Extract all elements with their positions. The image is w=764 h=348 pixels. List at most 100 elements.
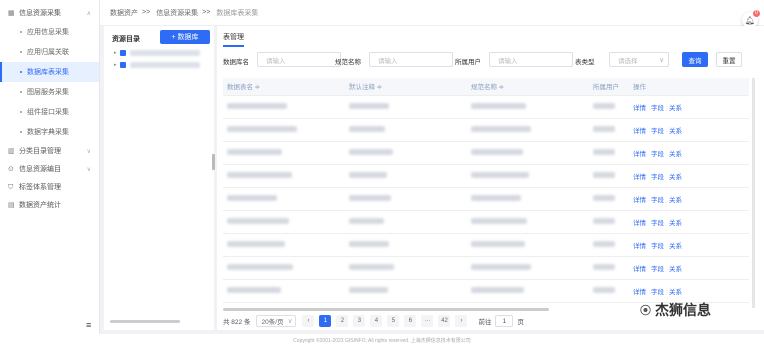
fields-link[interactable]: 字段 xyxy=(651,151,664,158)
fields-link[interactable]: 字段 xyxy=(651,128,664,135)
chevron-down-icon: ∨ xyxy=(287,318,293,325)
redacted-text xyxy=(349,286,388,293)
detail-link[interactable]: 详情 xyxy=(633,197,646,204)
menu-group-stats[interactable]: ▤ 数据资产统计 xyxy=(0,196,99,214)
relations-link[interactable]: 关系 xyxy=(669,220,682,227)
table-row: 详情 字段 关系 xyxy=(223,118,749,142)
fields-link[interactable]: 字段 xyxy=(651,243,664,250)
table-cell-actions: 详情 字段 关系 xyxy=(629,210,749,234)
relations-link[interactable]: 关系 xyxy=(669,128,682,135)
page-button[interactable]: 3 xyxy=(353,315,366,327)
chevron-right-icon: › xyxy=(460,318,463,324)
menu-group-tags[interactable]: ⛉ 标签体系管理 xyxy=(0,178,99,196)
detail-link[interactable]: 详情 xyxy=(633,105,646,112)
resource-tree-panel: 资源目录 + 数据库 ▸ ▸ xyxy=(104,26,214,330)
table-type-select[interactable]: 请选择 ∨ xyxy=(609,52,669,67)
reset-button[interactable]: 重置 xyxy=(716,52,742,67)
sidebar-item-component-api[interactable]: 组件接口采集 xyxy=(0,102,99,122)
menu-collapse-icon[interactable]: ≡ xyxy=(86,320,91,330)
menu-group-label: 信息资源编目 xyxy=(19,166,61,173)
bullet-icon xyxy=(20,131,22,133)
add-database-button[interactable]: + 数据库 xyxy=(160,30,210,44)
tree-scrollbar[interactable] xyxy=(110,320,180,323)
tree-node[interactable]: ▸ xyxy=(114,48,200,58)
fields-link[interactable]: 字段 xyxy=(651,266,664,273)
relations-link[interactable]: 关系 xyxy=(669,266,682,273)
table-cell-owner xyxy=(589,210,629,234)
detail-link[interactable]: 详情 xyxy=(633,243,646,250)
table-cell-redacted xyxy=(345,141,467,165)
page-ellipsis[interactable]: ··· xyxy=(421,315,434,327)
tab-table-management[interactable]: 表管理 xyxy=(223,32,244,47)
column-header-actions: 操作 xyxy=(629,78,749,96)
page-button[interactable]: 2 xyxy=(336,315,349,327)
page-button[interactable]: 42 xyxy=(438,315,451,327)
detail-link[interactable]: 详情 xyxy=(633,174,646,181)
detail-link[interactable]: 详情 xyxy=(633,151,646,158)
detail-link[interactable]: 详情 xyxy=(633,220,646,227)
fields-link[interactable]: 字段 xyxy=(651,174,664,181)
sidebar-item-app-info[interactable]: 应用信息采集 xyxy=(0,22,99,42)
goto-suffix: 页 xyxy=(517,319,524,326)
std-name-label: 规范名称 xyxy=(335,59,361,66)
next-page-button[interactable]: › xyxy=(455,315,468,327)
column-header-std-name[interactable]: 规范名称 ≑ xyxy=(467,78,589,96)
menu-group-label: 信息资源采集 xyxy=(19,10,61,17)
menu-group-catalog[interactable]: ▥ 分类目录管理 ∨ xyxy=(0,142,99,160)
redacted-text xyxy=(593,194,615,201)
db-name-input[interactable]: 请输入 xyxy=(257,52,341,67)
query-button[interactable]: 查询 xyxy=(682,52,708,67)
owner-input[interactable]: 请输入 xyxy=(489,52,573,67)
page-size-select[interactable]: 20条/页 ∨ xyxy=(256,315,297,327)
pagination-total: 共 822 条 xyxy=(223,319,251,326)
sidebar-item-layer-service[interactable]: 图层服务采集 xyxy=(0,82,99,102)
table-row: 详情 字段 关系 xyxy=(223,210,749,234)
footer-copyright: Copyright ©2001-2023 GISINFO, All rights… xyxy=(0,334,764,348)
table-horizontal-scrollbar[interactable] xyxy=(223,308,549,311)
fields-link[interactable]: 字段 xyxy=(651,105,664,112)
bullet-icon xyxy=(20,111,22,113)
sidebar-item-data-dict[interactable]: 数据字典采集 xyxy=(0,122,99,142)
breadcrumb-separator: >> xyxy=(202,9,211,16)
relations-link[interactable]: 关系 xyxy=(669,289,682,296)
column-header-table-name[interactable]: 数据表名 ≑ xyxy=(223,78,345,96)
relations-link[interactable]: 关系 xyxy=(669,105,682,112)
table-cell-owner xyxy=(589,233,629,257)
table-cell-owner xyxy=(589,141,629,165)
sidebar-item-app-relation[interactable]: 应用归属关联 xyxy=(0,42,99,62)
redacted-text xyxy=(471,263,531,270)
fields-link[interactable]: 字段 xyxy=(651,220,664,227)
column-header-default-comment[interactable]: 默认注释 ≑ xyxy=(345,78,467,96)
tree-node[interactable]: ▸ xyxy=(114,60,200,70)
relations-link[interactable]: 关系 xyxy=(669,243,682,250)
breadcrumb-item[interactable]: 数据资产 xyxy=(110,8,138,18)
page-button[interactable]: 4 xyxy=(370,315,383,327)
bullet-icon xyxy=(20,31,22,33)
redacted-text xyxy=(349,263,394,270)
relations-link[interactable]: 关系 xyxy=(669,174,682,181)
lock-icon: ⊙ xyxy=(8,165,14,173)
table-vertical-scrollbar[interactable] xyxy=(752,78,755,308)
detail-link[interactable]: 详情 xyxy=(633,266,646,273)
fields-link[interactable]: 字段 xyxy=(651,197,664,204)
prev-page-button[interactable]: ‹ xyxy=(302,315,315,327)
table-cell-redacted xyxy=(223,256,345,280)
std-name-input[interactable]: 请输入 xyxy=(369,52,453,67)
relations-link[interactable]: 关系 xyxy=(669,197,682,204)
menu-group-cataloging[interactable]: ⊙ 信息资源编目 ∨ xyxy=(0,160,99,178)
menu-group-resource-collection[interactable]: ▦ 信息资源采集 ∧ xyxy=(0,4,99,22)
page-button[interactable]: 1 xyxy=(319,315,332,327)
breadcrumb-item[interactable]: 信息资源采集 xyxy=(156,8,198,18)
detail-link[interactable]: 详情 xyxy=(633,289,646,296)
page-button[interactable]: 5 xyxy=(387,315,400,327)
table-cell-redacted xyxy=(467,187,589,211)
redacted-text xyxy=(227,240,285,247)
goto-page-input[interactable]: 1 xyxy=(495,315,514,327)
fields-link[interactable]: 字段 xyxy=(651,289,664,296)
panel-splitter-handle[interactable] xyxy=(212,154,215,170)
page-button[interactable]: 6 xyxy=(404,315,417,327)
redacted-text xyxy=(593,240,615,247)
sidebar-item-db-table[interactable]: 数据库表采集 xyxy=(0,62,99,82)
detail-link[interactable]: 详情 xyxy=(633,128,646,135)
relations-link[interactable]: 关系 xyxy=(669,151,682,158)
